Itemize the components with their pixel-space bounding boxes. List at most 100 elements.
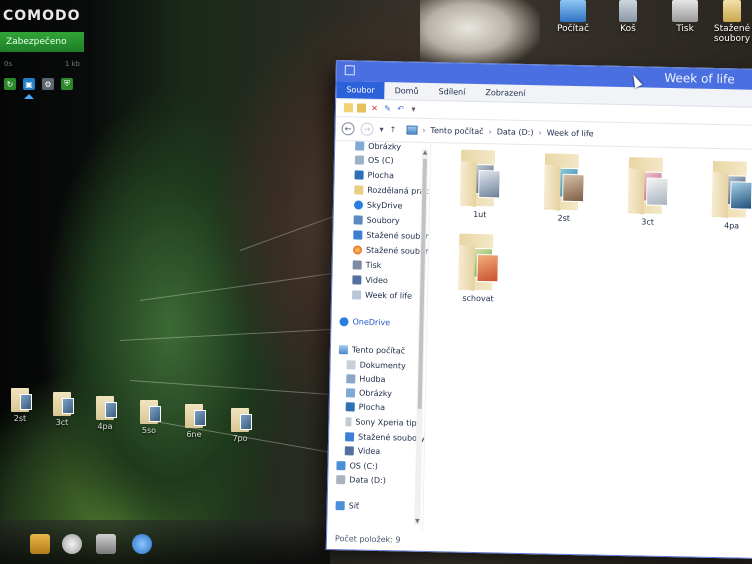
desktop-folder-label: 2st [13,414,27,423]
tab-file[interactable]: Soubor [336,81,385,100]
nav-item-week-of-life[interactable]: Week of life [351,290,412,301]
delete-icon[interactable]: ✕ [370,104,379,113]
tab-share[interactable]: Sdílení [428,83,475,101]
folder-item[interactable]: schovat [450,233,507,303]
nav-item-label: OS (C:) [349,461,379,471]
nav-item-sony-xperia[interactable]: Sony Xperia tipo [345,417,422,428]
nav-item-skydrive[interactable]: SkyDrive [353,200,403,210]
folder-thumbnail-icon [711,160,752,219]
nav-item-desktop[interactable]: Plocha [345,402,386,413]
nav-item-network[interactable]: Síť [335,501,360,511]
desktop-folder-3ct[interactable]: 3ct [45,392,79,427]
computer-icon [338,345,349,355]
breadcrumb-item[interactable]: Tento počítač [430,126,483,136]
new-folder-icon[interactable] [356,103,367,113]
chrome-downloads-icon [352,245,363,255]
explorer-window[interactable]: Week of life Soubor Domů Sdílení Zobraze… [325,60,752,560]
up-button[interactable]: ↑ [389,125,396,134]
nav-item-label: Síť [348,501,360,511]
desktop-folder-5so[interactable]: 5so [132,400,166,435]
folder-icon [351,290,362,300]
shield-icon[interactable]: ⛨ [61,78,73,90]
window-menu-icon[interactable] [344,65,355,76]
desktop-folder-7po[interactable]: 7po [223,408,257,443]
nav-item-files[interactable]: Soubory [353,215,400,225]
desktop-folder-6ne[interactable]: 6ne [177,404,211,439]
nav-item-desktop[interactable]: Plocha [354,170,394,180]
undo-icon[interactable]: ↶ [396,104,405,113]
nav-item-this-pc[interactable]: Tento počítač [338,345,405,356]
desktop-folder-2st[interactable]: 2st [3,388,37,423]
nav-item-pictures[interactable]: Obrázky [355,141,401,151]
nav-item-video[interactable]: Video [352,275,388,285]
comodo-widget[interactable]: COMODO Zabezpečeno 0s 1 kb ↻ ▣ ⚙ ⛨ [0,8,84,99]
folder-name: 1ut [473,209,487,220]
nav-item-print[interactable]: Tisk [352,260,381,270]
folder-thumbnail-icon [543,153,585,211]
sandbox-icon[interactable]: ▣ [23,78,35,90]
nav-item-os-c[interactable]: OS (C) [354,155,394,165]
breadcrumb-separator[interactable]: › [538,128,541,137]
desktop-icon-computer[interactable]: Počítač [548,0,598,34]
scroll-up-icon[interactable]: ▲ [422,149,428,156]
folder-item[interactable]: 2st [536,153,593,223]
app-taskbar-icon[interactable] [96,534,116,554]
app-taskbar-icon[interactable] [132,534,152,554]
breadcrumb-separator[interactable]: › [488,127,491,136]
folder-icon [231,408,252,432]
desktop-icon-recycle-bin[interactable]: Koš [603,0,653,34]
nav-item-onedrive[interactable]: OneDrive [339,317,390,327]
desktop-icon-printer[interactable]: Tisk [660,0,710,34]
computer-icon [560,0,586,22]
recent-locations-icon[interactable]: ▾ [379,125,383,134]
chevron-up-icon[interactable] [24,94,34,99]
nav-item-videos[interactable]: Videa [344,446,380,456]
nav-item-downloads[interactable]: Stažené soubory [345,432,425,443]
refresh-icon[interactable]: ↻ [4,78,16,90]
nav-item-work-in-progress[interactable]: Rozdělaná práce [354,185,431,196]
desktop-icon [345,402,355,412]
phone-icon [345,417,352,427]
folder-name: schovat [462,293,494,304]
nav-item-documents[interactable]: Dokumenty [346,360,406,371]
breadcrumb-separator[interactable]: › [422,126,425,135]
rename-icon[interactable]: ✎ [383,104,392,113]
comodo-status-badge[interactable]: Zabezpečeno [0,32,84,52]
comodo-stat-right: 1 kb [64,60,80,68]
navigation-pane: Obrázky OS (C) Plocha Rozdělaná práce Sk… [327,141,432,531]
explorer-taskbar-icon[interactable] [30,534,50,554]
breadcrumb[interactable]: › Tento počítač › Data (D:) › Week of li… [406,125,594,138]
nav-item-pictures[interactable]: Obrázky [345,388,392,398]
tab-view[interactable]: Zobrazení [475,84,535,102]
folder-item[interactable]: 3ct [620,157,677,227]
folder-item[interactable]: 1ut [452,149,509,219]
nav-item-label: Plocha [358,402,386,413]
desktop-folder-4pa[interactable]: 4pa [88,396,122,431]
taskbar [0,520,330,564]
breadcrumb-item[interactable]: Week of life [547,128,594,138]
scroll-down-icon[interactable]: ▼ [414,518,420,525]
folder-thumbnail-icon [459,149,501,208]
back-button[interactable]: ← [341,122,355,136]
desktop-icon-label: Koš [620,24,636,34]
documents-icon [346,360,356,370]
cloud-icon [353,200,364,210]
nav-item-drive-d[interactable]: Data (D:) [336,475,386,485]
desktop-icon-downloads[interactable]: Stažené soubory [712,0,752,44]
tab-home[interactable]: Domů [385,82,429,100]
breadcrumb-item[interactable]: Data (D:) [497,127,534,137]
nav-item-drive-c[interactable]: OS (C:) [336,461,378,471]
printer-icon [672,0,698,22]
settings-icon[interactable]: ⚙ [42,78,54,90]
properties-icon[interactable] [343,103,354,113]
nav-item-music[interactable]: Hudba [346,374,386,384]
forward-button[interactable]: → [360,122,374,136]
chevron-down-icon[interactable]: ▾ [409,105,418,114]
computer-icon [406,125,418,135]
nav-item-label: Obrázky [368,141,402,152]
folder-item[interactable]: 4pa [704,160,752,231]
folder-thumbnail-icon [627,157,669,215]
folder-name: 2st [557,213,571,223]
downloads-icon [723,0,741,22]
chrome-taskbar-icon[interactable] [62,534,82,554]
